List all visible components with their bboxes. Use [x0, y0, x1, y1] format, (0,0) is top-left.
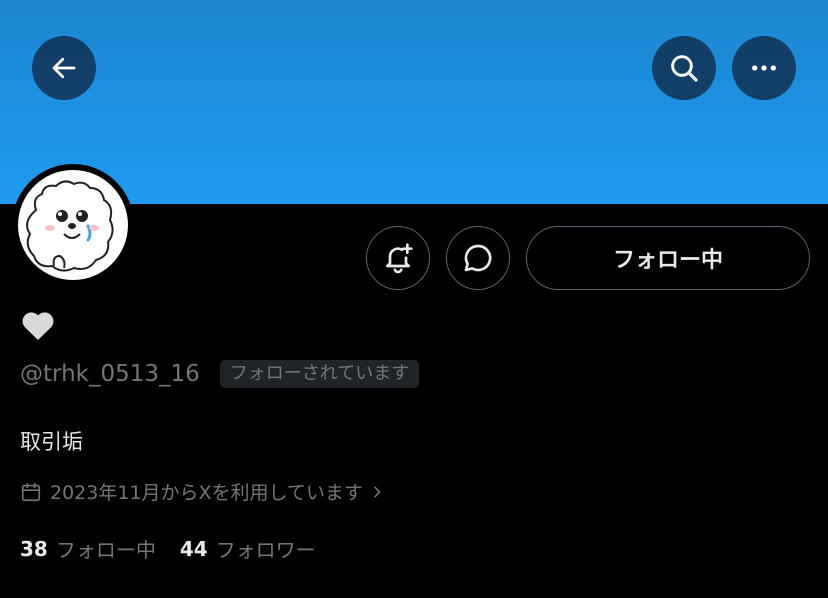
search-icon	[671, 55, 698, 82]
message-button[interactable]	[446, 226, 510, 290]
followers-count: 44	[179, 536, 208, 561]
notify-button[interactable]	[366, 226, 430, 290]
followers-stat[interactable]: 44 フォロワー	[180, 534, 316, 563]
following-label: フォロー中	[55, 538, 156, 562]
joined-date-text: 2023年11月からXを利用しています	[50, 482, 363, 504]
following-stat[interactable]: 38 フォロー中	[20, 534, 156, 563]
user-handle: @trhk_0513_16	[20, 361, 200, 387]
message-bubble-icon	[464, 244, 492, 272]
following-button[interactable]: フォロー中	[526, 226, 810, 290]
arrow-left-icon	[52, 57, 76, 79]
more-button[interactable]	[732, 36, 796, 100]
follows-you-badge: フォローされています	[219, 360, 420, 388]
cartoon-dog-avatar-icon	[26, 180, 114, 272]
profile-banner	[0, 0, 828, 204]
follow-stats: 38 フォロー中 44 フォロワー	[20, 534, 316, 563]
white-heart-icon	[22, 312, 54, 340]
bell-plus-icon	[386, 243, 413, 274]
more-horizontal-icon	[752, 65, 776, 71]
following-count: 38	[20, 536, 48, 561]
profile-page: フォロー中 @trhk_0513_16 フォローされています 取引垢 2023年…	[0, 0, 828, 598]
avatar-image	[18, 170, 128, 280]
calendar-icon	[20, 481, 42, 503]
search-button[interactable]	[652, 36, 716, 100]
followers-label: フォロワー	[215, 538, 316, 562]
profile-bio: 取引垢	[20, 430, 83, 454]
chevron-right-icon	[369, 484, 385, 500]
display-name	[20, 308, 60, 344]
handle-row: @trhk_0513_16 フォローされています	[20, 360, 420, 388]
avatar[interactable]	[12, 164, 134, 286]
back-button[interactable]	[32, 36, 96, 100]
joined-date-row[interactable]: 2023年11月からXを利用しています	[20, 478, 385, 505]
